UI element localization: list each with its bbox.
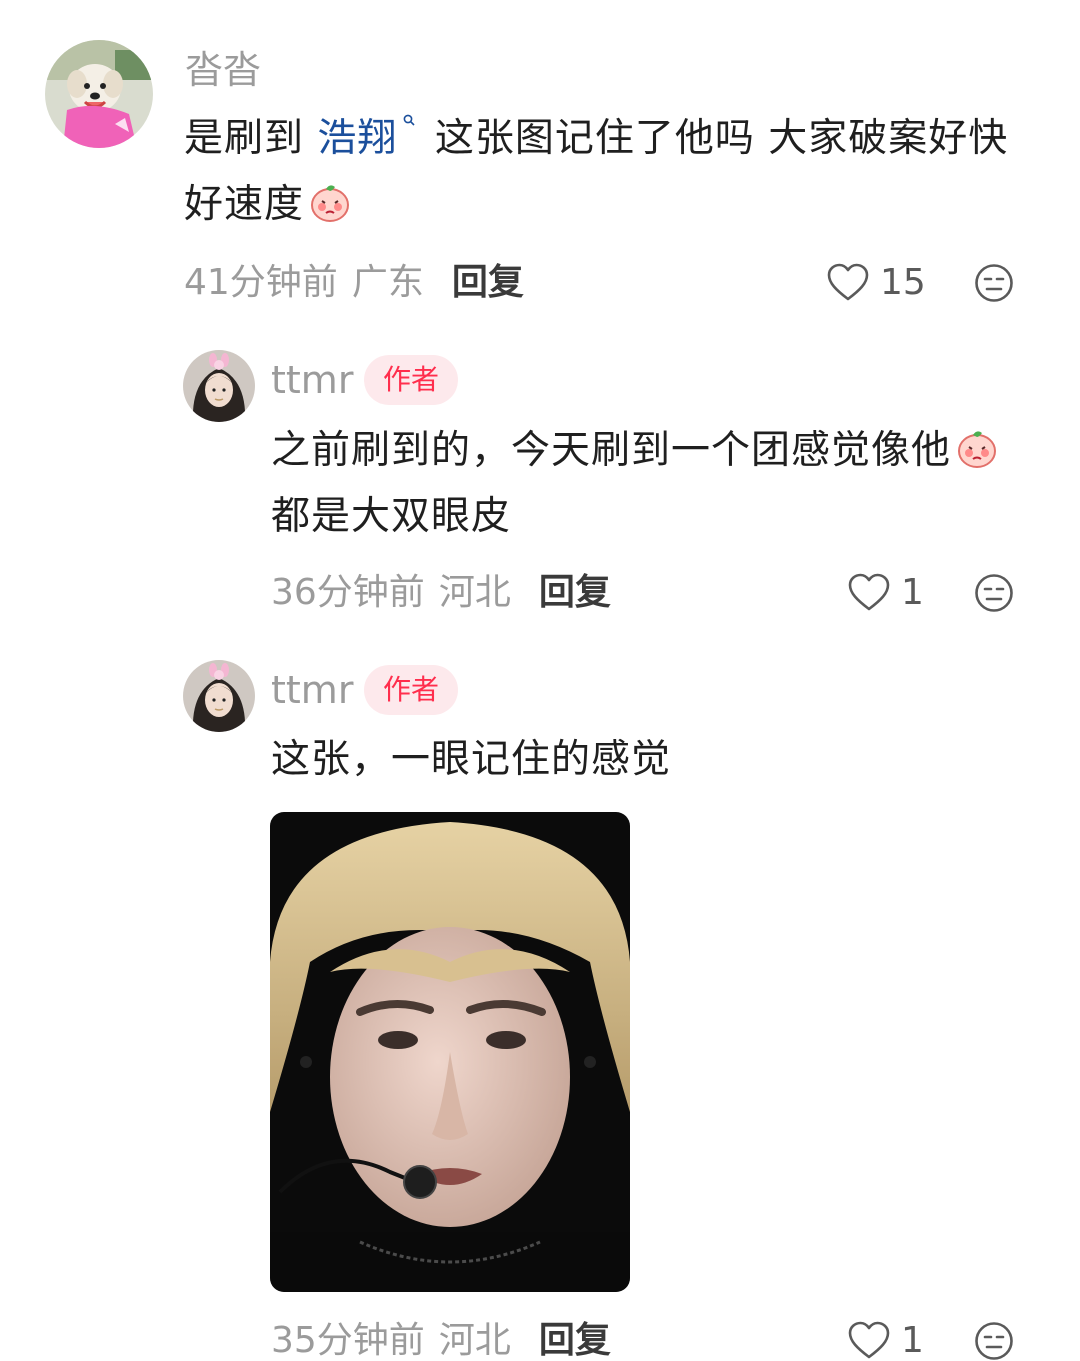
like-count: 1 bbox=[901, 572, 924, 613]
comment-text-line1: 这张，一眼记住的感觉 bbox=[271, 737, 672, 782]
author-badge: 作者 bbox=[364, 355, 459, 405]
search-icon[interactable] bbox=[403, 114, 415, 126]
like-count: 1 bbox=[901, 1320, 924, 1361]
dislike-button[interactable] bbox=[974, 573, 1014, 613]
peach-shy-emoji bbox=[958, 431, 997, 468]
like-button[interactable]: 1 bbox=[847, 1321, 924, 1361]
author-badge: 作者 bbox=[364, 665, 459, 715]
timestamp: 36分钟前 bbox=[271, 572, 425, 613]
peach-shy-emoji bbox=[311, 185, 350, 222]
heart-outline-icon bbox=[827, 263, 869, 301]
timestamp: 35分钟前 bbox=[271, 1320, 425, 1361]
comment-text: 之前刷到的，今天刷到一个团感觉像他 都是大双眼皮 bbox=[271, 418, 1061, 550]
location: 河北 bbox=[438, 572, 511, 613]
comment-text-line2: 好速度 bbox=[184, 182, 305, 227]
comment-text-line1: 之前刷到的，今天刷到一个团感觉像他 bbox=[271, 428, 952, 473]
comment-meta: 35分钟前 河北 回复 bbox=[271, 1321, 611, 1361]
avatar[interactable] bbox=[45, 40, 153, 148]
mention-link[interactable]: 浩翔 bbox=[317, 116, 397, 161]
avatar[interactable] bbox=[183, 350, 255, 422]
comment-text-line2: 都是大双眼皮 bbox=[271, 494, 512, 539]
reply-button[interactable]: 回复 bbox=[452, 262, 524, 303]
username[interactable]: ttmr bbox=[271, 671, 353, 709]
avatar[interactable] bbox=[183, 660, 255, 732]
heart-outline-icon bbox=[848, 1321, 890, 1359]
dislike-button[interactable] bbox=[974, 263, 1014, 303]
location: 河北 bbox=[438, 1320, 511, 1361]
comment-text-end: 这张图记住了他吗 大家破案好快 bbox=[421, 116, 1009, 161]
like-count: 15 bbox=[880, 262, 926, 303]
comment-photo[interactable] bbox=[270, 812, 630, 1292]
heart-outline-icon bbox=[848, 573, 890, 611]
reply-button[interactable]: 回复 bbox=[539, 572, 611, 613]
neutral-face-icon bbox=[975, 264, 1013, 302]
comment-meta: 41分钟前 广东 回复 bbox=[184, 263, 524, 303]
comment-text: 这张，一眼记住的感觉 bbox=[271, 727, 1061, 793]
username[interactable]: 沓沓 bbox=[185, 51, 261, 89]
location: 广东 bbox=[351, 262, 424, 303]
comment-text-start: 是刷到 bbox=[184, 116, 318, 161]
dislike-button[interactable] bbox=[974, 1321, 1014, 1361]
neutral-face-icon bbox=[975, 574, 1013, 612]
like-button[interactable]: 15 bbox=[826, 263, 926, 303]
timestamp: 41分钟前 bbox=[184, 262, 338, 303]
comment-meta: 36分钟前 河北 回复 bbox=[271, 573, 611, 613]
username[interactable]: ttmr bbox=[271, 361, 353, 399]
like-button[interactable]: 1 bbox=[847, 573, 924, 613]
neutral-face-icon bbox=[975, 1322, 1013, 1360]
comment-text: 是刷到 浩翔 这张图记住了他吗 大家破案好快 好速度 bbox=[184, 106, 1054, 238]
reply-button[interactable]: 回复 bbox=[539, 1320, 611, 1361]
